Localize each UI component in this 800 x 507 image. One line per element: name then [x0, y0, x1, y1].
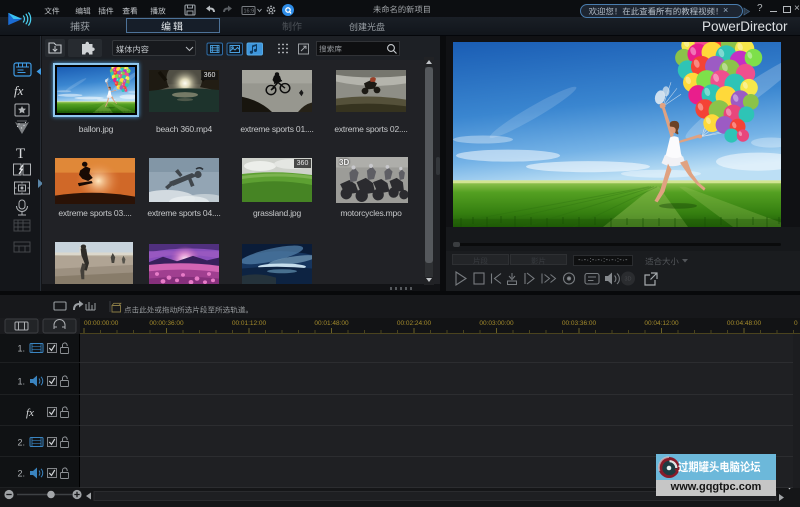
svg-text:16:9: 16:9	[244, 9, 255, 15]
svg-text:1.: 1.	[17, 344, 25, 354]
svg-text:fx: fx	[14, 83, 24, 98]
svg-text:T: T	[16, 146, 25, 162]
svg-text:3D: 3D	[624, 277, 631, 283]
svg-text:2.: 2.	[17, 469, 25, 479]
svg-text:1.: 1.	[17, 377, 25, 387]
svg-text:2.: 2.	[17, 438, 25, 448]
svg-text:fx: fx	[26, 407, 34, 419]
